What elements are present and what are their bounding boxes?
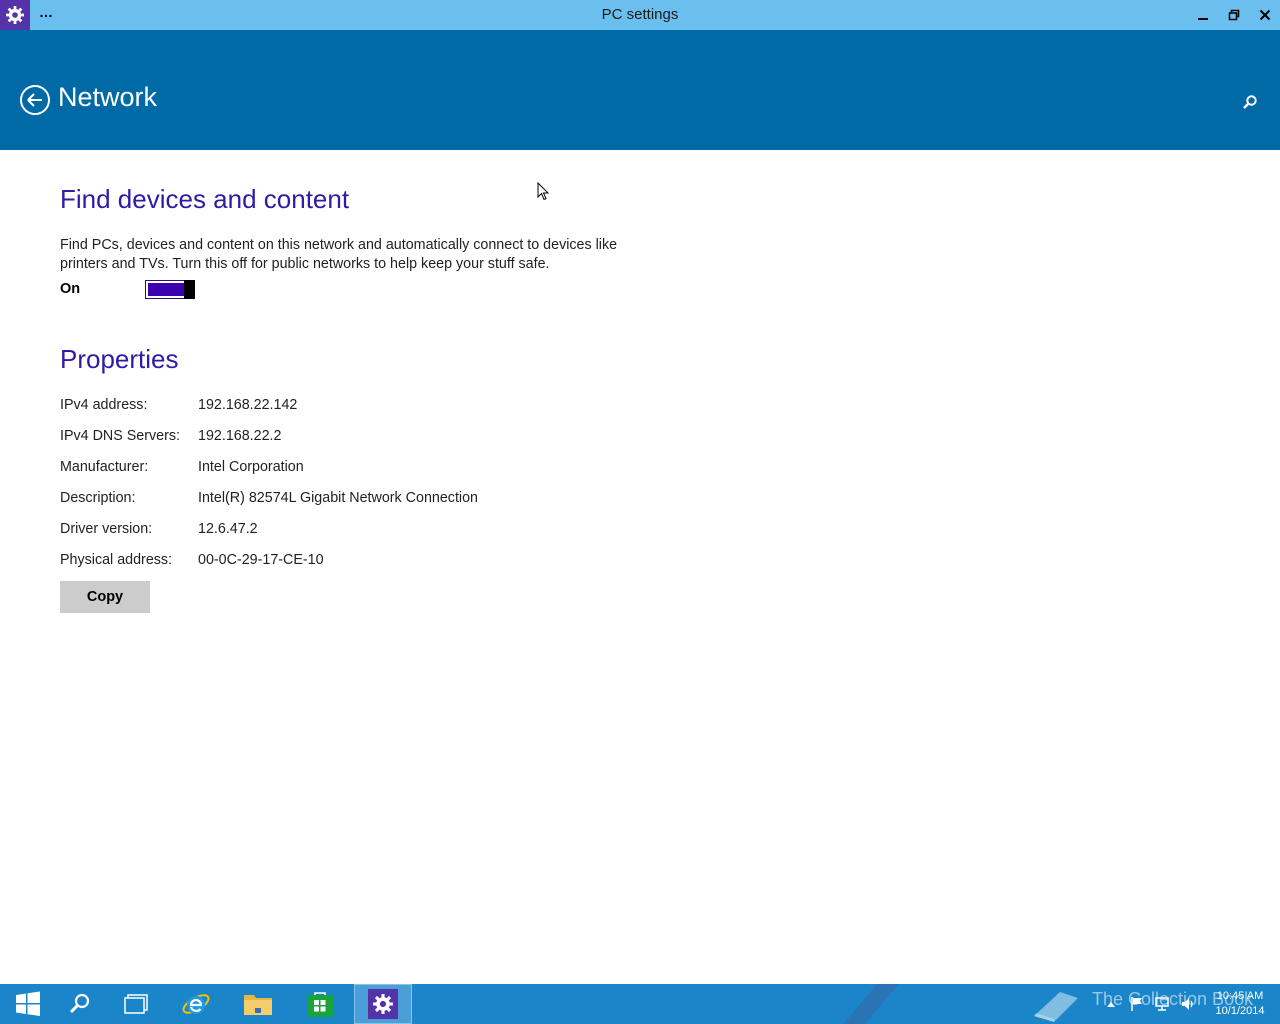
- pc-settings-taskbar-button[interactable]: [354, 984, 412, 1024]
- clock[interactable]: 10:45 AM 10/1/2014: [1205, 989, 1275, 1019]
- back-arrow-icon: [20, 85, 50, 115]
- gear-icon: [6, 6, 24, 24]
- gear-icon: [373, 994, 393, 1014]
- toggle-state-label: On: [60, 281, 81, 297]
- property-value: 192.168.22.142: [198, 397, 298, 413]
- network-icon: [1155, 997, 1169, 1011]
- internet-explorer-icon: [182, 994, 210, 1014]
- taskbar: The Collection Book 10:45 AM 10/1/2014: [0, 984, 1280, 1024]
- app-commands-button[interactable]: …: [36, 2, 56, 26]
- property-value: 00-0C-29-17-CE-10: [198, 552, 324, 568]
- search-icon: [69, 993, 90, 1014]
- search-icon: [1243, 95, 1257, 109]
- store-bag-icon: [307, 992, 333, 1017]
- page-title: Network: [58, 82, 158, 112]
- show-hidden-icons-button[interactable]: [1104, 994, 1118, 1014]
- clock-date: 10/1/2014: [1215, 1005, 1265, 1017]
- flag-icon: [1131, 997, 1142, 1011]
- task-view-icon: [124, 994, 148, 1014]
- clock-time: 10:45 AM: [1216, 990, 1264, 1002]
- restore-button[interactable]: [1219, 0, 1249, 30]
- search-taskbar-button[interactable]: [52, 984, 108, 1024]
- property-value: 192.168.22.2: [198, 428, 282, 444]
- property-label: Manufacturer:: [60, 459, 149, 475]
- toggle-knob[interactable]: [184, 280, 195, 299]
- chevron-up-icon: [1107, 1002, 1115, 1007]
- copy-button[interactable]: Copy: [60, 581, 150, 613]
- find-devices-toggle[interactable]: [145, 280, 195, 299]
- start-button[interactable]: [0, 984, 56, 1024]
- property-label: Driver version:: [60, 521, 153, 537]
- file-explorer-button[interactable]: [230, 984, 286, 1024]
- properties-heading: Properties: [60, 344, 179, 374]
- minimize-icon: [1198, 18, 1208, 20]
- property-label: Description:: [60, 490, 136, 506]
- property-value: Intel(R) 82574L Gigabit Network Connecti…: [198, 490, 478, 506]
- internet-explorer-button[interactable]: [168, 984, 224, 1024]
- title-bar: … PC settings: [0, 0, 1280, 30]
- speaker-icon: [1182, 998, 1193, 1010]
- back-button[interactable]: [19, 84, 51, 116]
- find-devices-heading: Find devices and content: [60, 184, 350, 214]
- property-label: IPv4 address:: [60, 397, 148, 413]
- toggle-fill: [148, 283, 184, 296]
- folder-icon: [244, 995, 272, 1015]
- action-center-button[interactable]: [1128, 994, 1146, 1014]
- windows-logo-icon: [16, 991, 40, 1016]
- minimize-button[interactable]: [1188, 0, 1218, 30]
- restore-icon: [1228, 9, 1240, 21]
- book-watermark-icon: [1034, 992, 1078, 1022]
- property-value: 12.6.47.2: [198, 521, 258, 537]
- property-label: IPv4 DNS Servers:: [60, 428, 180, 444]
- find-devices-description: Find PCs, devices and content on this ne…: [60, 237, 618, 272]
- network-tray-button[interactable]: [1152, 994, 1172, 1014]
- page-header: Network: [0, 30, 1280, 150]
- property-value: Intel Corporation: [198, 459, 304, 475]
- settings-app-icon[interactable]: [0, 0, 30, 30]
- mouse-cursor-icon: [537, 182, 550, 201]
- property-label: Physical address:: [60, 552, 173, 568]
- taskbar-decoration: [834, 984, 908, 1024]
- store-button[interactable]: [292, 984, 348, 1024]
- settings-tile: [368, 989, 398, 1019]
- close-icon: [1259, 9, 1271, 21]
- task-view-button[interactable]: [108, 984, 164, 1024]
- window-title: PC settings: [601, 6, 679, 23]
- search-button[interactable]: [1238, 90, 1262, 114]
- volume-tray-button[interactable]: [1178, 994, 1198, 1014]
- close-button[interactable]: [1250, 0, 1280, 30]
